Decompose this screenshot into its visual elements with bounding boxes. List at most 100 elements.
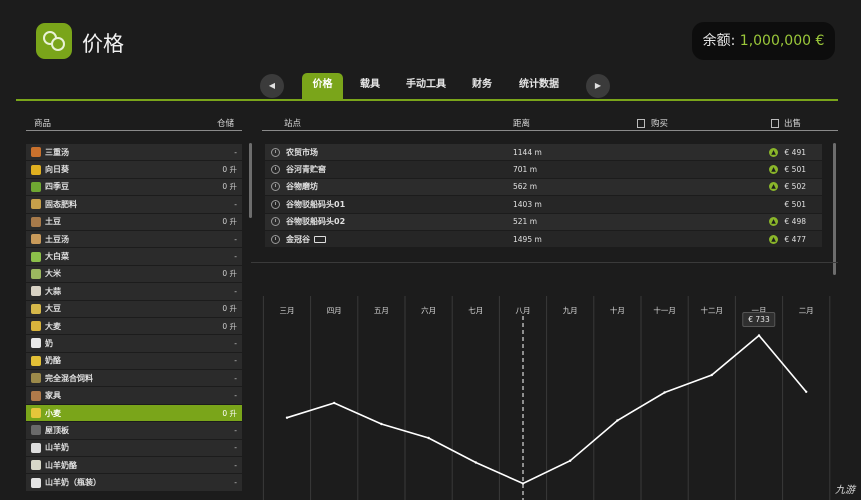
goods-scrollbar[interactable] xyxy=(249,143,252,218)
station-price: € 501 xyxy=(784,165,806,175)
cheese-icon xyxy=(31,355,41,366)
goods-name: 大豆 xyxy=(45,304,61,314)
goods-name: 山羊奶 xyxy=(45,443,69,453)
goods-row[interactable]: 土豆汤 - xyxy=(26,230,242,249)
sell-label: 出售 xyxy=(784,119,802,129)
goods-row[interactable]: 山羊奶（瓶装） - xyxy=(26,474,242,492)
station-name-text: 谷物驳船码头01 xyxy=(286,199,346,209)
goods-row[interactable]: 向日葵 0 升 xyxy=(26,161,242,179)
station-row[interactable]: 金冠谷 1495 m ▲ € 477 xyxy=(265,230,822,249)
goods-row[interactable]: 山羊奶 - xyxy=(26,439,242,458)
tab-hand-tools[interactable]: 手动工具 xyxy=(398,73,454,101)
price-point xyxy=(616,419,619,422)
goods-name: 山羊奶（瓶装） xyxy=(45,478,101,488)
station-list: 农贸市场 1144 m ▲ € 491 谷河青贮窖 701 m ▲ € 501 谷物磨坊 562 … xyxy=(265,144,822,249)
goods-stock: - xyxy=(234,234,237,244)
clock-icon xyxy=(271,217,280,227)
tab-prices[interactable]: 价格 xyxy=(302,73,343,101)
page-title: 价格 xyxy=(82,32,124,56)
station-name: 谷河青贮窖 xyxy=(286,164,512,175)
watermark-logo: 九游 xyxy=(835,485,855,496)
month-label: 八月 xyxy=(515,306,531,315)
goods-stock: 0 升 xyxy=(222,165,237,175)
goods-row[interactable]: 三重汤 - xyxy=(26,144,242,162)
station-scrollbar[interactable] xyxy=(833,143,836,275)
storage-column-header: 仓储 xyxy=(217,119,235,129)
tab-statistics[interactable]: 统计数据 xyxy=(510,73,568,101)
goods-row[interactable]: 家具 - xyxy=(26,387,242,405)
goods-name: 小麦 xyxy=(45,408,61,418)
station-name-text: 金冠谷 xyxy=(286,234,310,244)
goods-stock: 0 升 xyxy=(222,269,237,279)
goods-row[interactable]: 大蒜 - xyxy=(26,283,242,301)
station-row[interactable]: 谷河青贮窖 701 m ▲ € 501 xyxy=(265,161,822,179)
station-price: € 498 xyxy=(784,217,806,227)
month-label: 三月 xyxy=(279,306,295,315)
goods-row[interactable]: 小麦 0 升 xyxy=(26,404,242,423)
goods-row[interactable]: 大白菜 - xyxy=(26,248,242,266)
station-row[interactable]: 农贸市场 1144 m ▲ € 491 xyxy=(265,144,822,162)
clock-icon xyxy=(271,234,280,244)
goods-stock: - xyxy=(234,356,237,366)
station-row[interactable]: 谷物驳船码头01 1403 m € 501 xyxy=(265,196,822,214)
month-label: 七月 xyxy=(468,306,484,315)
price-point xyxy=(427,436,430,440)
station-row[interactable]: 谷物驳船码头02 521 m ▲ € 498 xyxy=(265,213,822,231)
goods-stock: - xyxy=(234,443,237,453)
goods-row[interactable]: 屋顶板 - xyxy=(26,422,242,440)
goods-row[interactable]: 四季豆 0 升 xyxy=(26,178,242,197)
tab-vehicles[interactable]: 载具 xyxy=(352,73,388,101)
clock-icon xyxy=(271,165,280,175)
goods-name: 山羊奶酪 xyxy=(45,460,77,470)
station-column-header: 站点 xyxy=(284,119,302,129)
goods-row[interactable]: 奶- xyxy=(26,335,242,353)
goods-name: 屋顶板 xyxy=(45,425,69,435)
station-distance: 701 m xyxy=(513,165,538,175)
goods-row[interactable]: 大米 0 升 xyxy=(26,265,242,284)
station-price: € 491 xyxy=(784,147,806,157)
goods-row[interactable]: 山羊奶酪 - xyxy=(26,457,242,475)
month-label: 五月 xyxy=(373,306,389,315)
goods-stock: - xyxy=(234,338,237,348)
rice-icon xyxy=(31,268,41,279)
station-name: 农贸市场 xyxy=(286,147,512,158)
goods-row[interactable]: 大豆 0 升 xyxy=(26,300,242,318)
tab-bar: ◀ 价格 载具 手动工具 财务 统计数据 ▶ xyxy=(0,72,861,102)
goods-row[interactable]: 奶酪 - xyxy=(26,352,242,371)
buy-column-header[interactable]: 购买 xyxy=(637,117,668,129)
station-name-text: 谷河青贮窖 xyxy=(286,165,326,175)
goods-list[interactable]: 三重汤 - 向日葵 0 升四季豆 0 升固态肥料 - 土豆 0 升土豆汤 - 大白菜 - 大米 0 升大… xyxy=(26,144,242,500)
goods-name: 大米 xyxy=(45,269,61,279)
station-row[interactable]: 谷物磨坊 562 m ▲ € 502 xyxy=(265,178,822,197)
station-price: € 477 xyxy=(784,234,806,244)
next-tab-button[interactable]: ▶ xyxy=(586,74,610,98)
goods-stock: - xyxy=(234,147,237,157)
calculator-icon xyxy=(637,119,645,128)
price-point xyxy=(757,334,761,337)
clock-icon xyxy=(271,182,280,192)
balance-value: 1,000,000 € xyxy=(739,33,825,49)
tab-finances[interactable]: 财务 xyxy=(464,73,500,101)
garlic-icon xyxy=(31,286,41,297)
goods-row[interactable]: 土豆 0 升 xyxy=(26,213,242,231)
price-point xyxy=(380,422,383,426)
station-price: € 501 xyxy=(784,199,806,209)
price-point xyxy=(710,373,713,377)
goods-row[interactable]: 大麦 0 升 xyxy=(26,317,242,336)
potato-soup-icon xyxy=(31,234,41,245)
price-app-icon xyxy=(36,23,72,59)
month-label: 九月 xyxy=(562,306,578,315)
station-distance: 1403 m xyxy=(513,199,542,209)
goods-name: 土豆汤 xyxy=(45,234,69,244)
goods-stock: - xyxy=(234,425,237,435)
goods-row[interactable]: 完全混合饲料 - xyxy=(26,370,242,388)
soybean-icon xyxy=(31,303,41,314)
sunflower-icon xyxy=(31,164,41,175)
balance-label: 余额: xyxy=(702,33,736,49)
barley-icon xyxy=(31,321,41,332)
previous-tab-button[interactable]: ◀ xyxy=(260,74,284,98)
goods-row[interactable]: 固态肥料 - xyxy=(26,196,242,214)
furniture-icon xyxy=(31,390,41,401)
station-distance: 521 m xyxy=(513,217,538,227)
sell-column-header[interactable]: 出售 xyxy=(771,117,801,129)
